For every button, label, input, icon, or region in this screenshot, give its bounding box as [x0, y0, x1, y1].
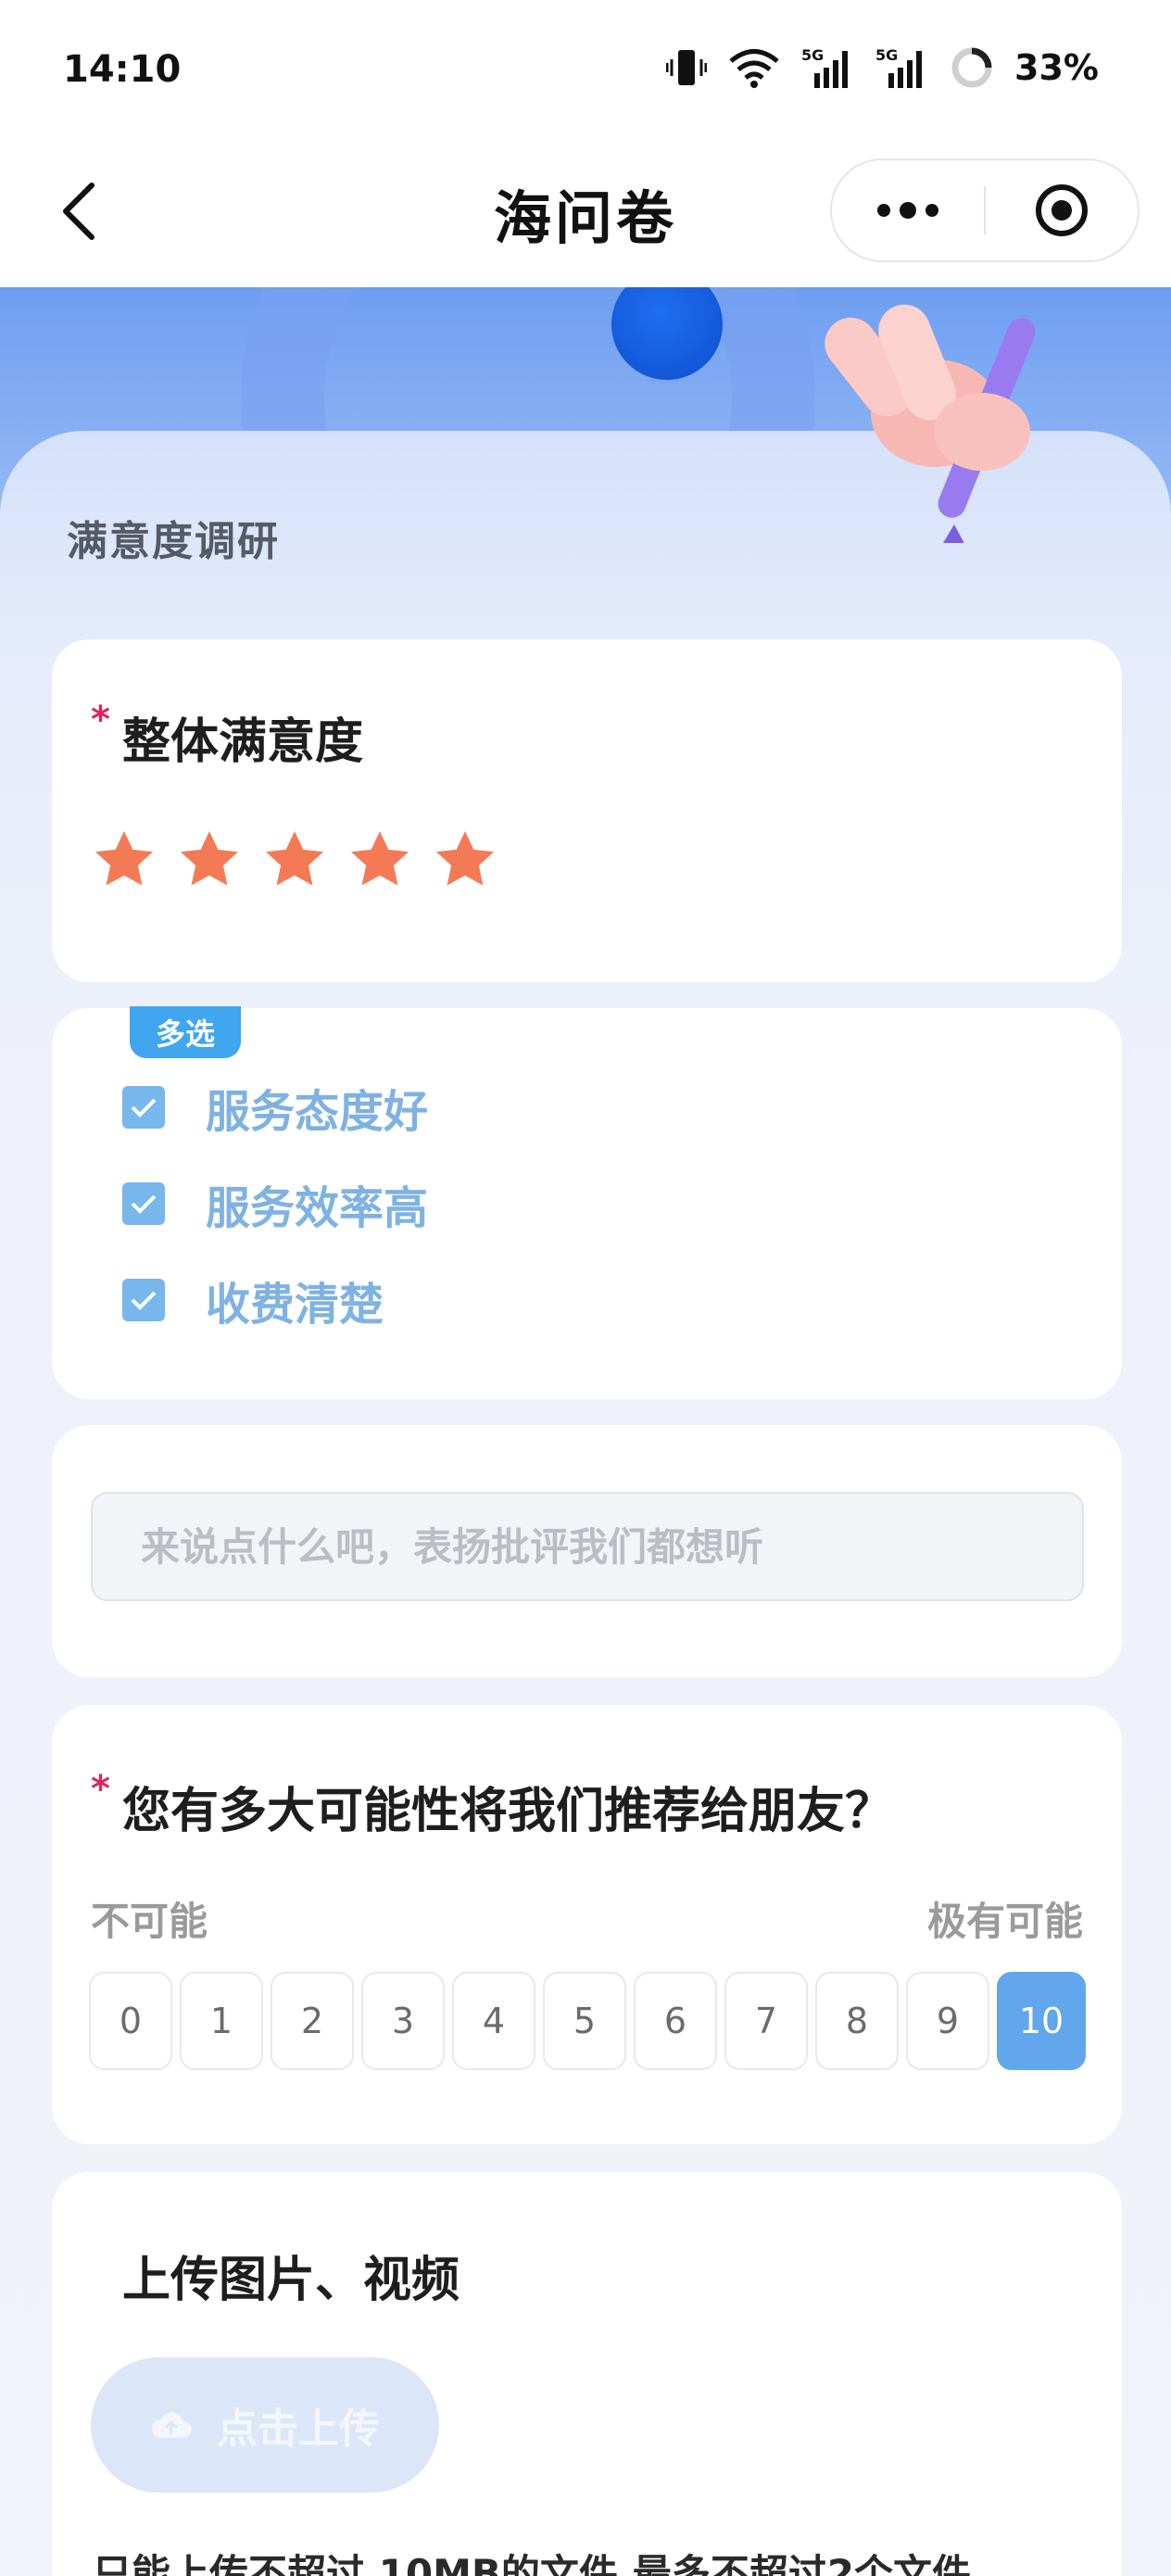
multi-select-tag: 多选 [130, 1006, 241, 1058]
cloud-upload-icon [152, 2412, 192, 2438]
question-card-nps: * 您有多大可能性将我们推荐给朋友？ 不可能 极有可能 0 1 2 3 4 5 6 7 8 9 10 [52, 1705, 1122, 2144]
option-label: 服务效率高 [206, 1182, 429, 1234]
question-card-rating: * 整体满意度 [52, 639, 1122, 982]
scale-option[interactable]: 4 [452, 1972, 535, 2070]
question-title: * 您有多大可能性将我们推荐给朋友？ [91, 1768, 894, 1841]
status-icons: 5G 5G 33% [666, 44, 1099, 91]
question-title-text: 整体满意度 [122, 714, 364, 770]
option-label: 服务态度好 [206, 1086, 429, 1138]
star-icon[interactable] [174, 825, 245, 895]
check-icon [131, 1194, 157, 1214]
question-title: * 整体满意度 [91, 699, 364, 772]
check-icon [131, 1098, 157, 1118]
target-circle-icon [1035, 184, 1088, 236]
star-rating [89, 825, 500, 895]
upload-note: 只能上传不超过 10MB的文件,最多不超过2个文件 [93, 2551, 972, 2576]
scale-option[interactable]: 2 [271, 1972, 354, 2070]
vibrate-icon [666, 50, 708, 85]
nps-scale: 0 1 2 3 4 5 6 7 8 9 10 [89, 1972, 1086, 2070]
checkbox-checked[interactable] [122, 1086, 165, 1129]
close-program-button[interactable] [986, 160, 1138, 260]
status-time: 14:10 [63, 48, 182, 91]
status-bar: 14:10 5G 5G 33% [0, 0, 1171, 144]
scale-option[interactable]: 10 [997, 1972, 1086, 2070]
scale-option[interactable]: 8 [815, 1972, 899, 2070]
checkbox-checked[interactable] [122, 1182, 165, 1225]
checkbox-option[interactable]: 收费清楚 [122, 1268, 384, 1332]
scale-option[interactable]: 3 [361, 1972, 445, 2070]
nav-bar: 海问卷 [0, 144, 1171, 287]
question-card-comment [52, 1425, 1122, 1677]
scale-option[interactable]: 7 [724, 1972, 808, 2070]
scale-option[interactable]: 1 [180, 1972, 263, 2070]
scale-high-label: 极有可能 [926, 1899, 1083, 1944]
option-label: 收费清楚 [206, 1279, 384, 1331]
check-icon [131, 1291, 157, 1310]
star-icon[interactable] [345, 825, 415, 895]
signal-5g-icon: 5G [801, 46, 849, 88]
hand-pen-illustration [825, 304, 1036, 543]
star-icon[interactable] [89, 825, 159, 895]
star-icon[interactable] [259, 825, 330, 895]
question-title: 上传图片、视频 [122, 2253, 460, 2308]
scale-option[interactable]: 9 [906, 1972, 989, 2070]
required-mark: * [91, 699, 110, 741]
survey-title: 满意度调研 [67, 518, 280, 565]
checkbox-option[interactable]: 服务态度好 [122, 1075, 428, 1140]
scale-option[interactable]: 6 [634, 1972, 717, 2070]
checkbox-checked[interactable] [122, 1279, 165, 1321]
scale-low-label: 不可能 [91, 1899, 208, 1944]
battery-percent: 33% [1014, 47, 1099, 88]
upload-button[interactable]: 点击上传 [91, 2357, 439, 2493]
question-title-text: 您有多大可能性将我们推荐给朋友？ [122, 1784, 894, 1839]
signal-5g-icon: 5G [875, 46, 923, 88]
more-dots-icon [877, 202, 938, 219]
question-card-upload: 上传图片、视频 点击上传 只能上传不超过 10MB的文件,最多不超过2个文件 [52, 2172, 1122, 2576]
upload-label: 点击上传 [217, 2406, 380, 2453]
battery-ring-icon [951, 47, 992, 88]
checkbox-option[interactable]: 服务效率高 [122, 1171, 428, 1236]
svg-text:5G: 5G [875, 46, 898, 64]
question-card-multiselect: 多选 服务态度好 服务效率高 收费清楚 [52, 1006, 1122, 1399]
svg-text:5G: 5G [801, 46, 824, 64]
mini-program-capsule [830, 158, 1140, 262]
comment-input[interactable] [91, 1492, 1084, 1601]
scale-option[interactable]: 0 [89, 1972, 172, 2070]
more-button[interactable] [832, 160, 984, 260]
wifi-icon [729, 49, 779, 88]
required-mark: * [91, 1768, 110, 1811]
star-icon[interactable] [430, 825, 500, 895]
scale-option[interactable]: 5 [543, 1972, 626, 2070]
